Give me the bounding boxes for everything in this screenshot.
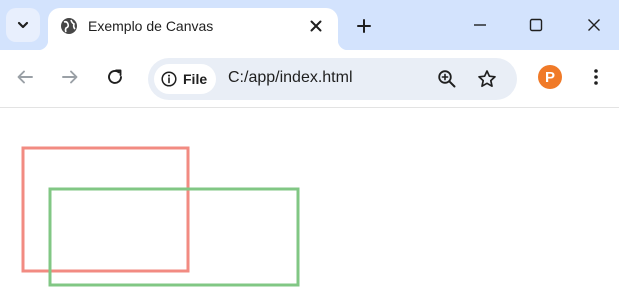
new-tab-button[interactable] [352,14,376,38]
menu-icon [594,69,598,85]
zoom-icon [438,70,456,88]
tab-close-button[interactable] [306,16,326,36]
minimize-button[interactable] [460,10,500,40]
back-button[interactable] [13,65,37,89]
address-bar[interactable]: File C:/app/index.html [148,58,517,100]
forward-button[interactable] [58,65,82,89]
plus-icon [357,19,371,33]
reload-icon [108,69,122,84]
close-window-button[interactable] [574,10,614,40]
star-icon [478,70,496,88]
maximize-button[interactable] [516,10,556,40]
reload-button[interactable] [103,65,127,89]
tab-strip: Exemplo de Canvas [0,0,619,50]
tab-search-button[interactable] [6,8,40,42]
info-icon [161,71,177,87]
chevron-down-icon [17,21,29,29]
page-content [0,109,619,308]
bookmark-button[interactable] [476,68,498,90]
tab-title: Exemplo de Canvas [88,18,214,34]
minimize-icon [474,24,486,26]
red-rectangle [21,146,190,273]
menu-button[interactable] [584,65,608,89]
globe-icon [61,18,77,34]
back-icon [17,70,33,84]
close-icon [310,20,322,32]
site-info-label: File [183,71,208,87]
browser-toolbar: File C:/app/index.html P [0,50,619,108]
tab-active[interactable]: Exemplo de Canvas [38,8,348,50]
close-icon [588,19,600,31]
url-text[interactable]: C:/app/index.html [228,69,353,87]
canvas [21,146,300,287]
forward-icon [62,70,78,84]
site-info-chip[interactable]: File [154,64,216,94]
profile-initial: P [544,68,555,86]
zoom-button[interactable] [436,68,458,90]
maximize-icon [529,18,543,32]
profile-avatar[interactable]: P [538,65,562,89]
